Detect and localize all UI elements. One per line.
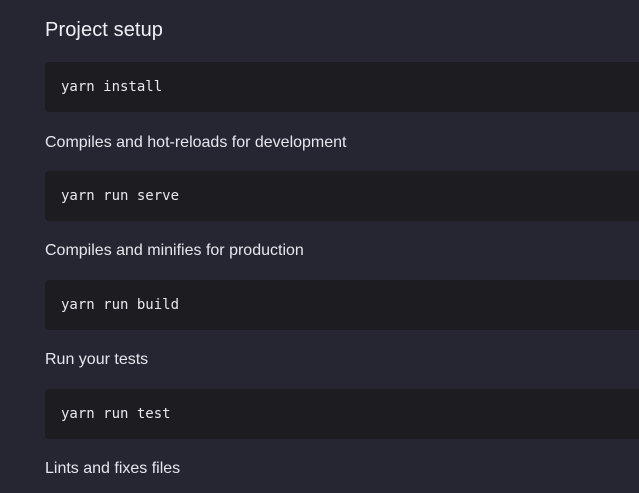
section-label-test: Run your tests xyxy=(45,351,149,368)
code-block-build[interactable]: yarn run build xyxy=(45,280,639,330)
install-command[interactable]: yarn install xyxy=(61,79,162,95)
test-command[interactable]: yarn run test xyxy=(61,406,171,422)
section-label-serve: Compiles and hot-reloads for development xyxy=(45,134,347,151)
serve-command[interactable]: yarn run serve xyxy=(61,188,179,204)
page-title: Project setup xyxy=(45,19,164,41)
section-label-lint: Lints and fixes files xyxy=(45,460,181,477)
readme-content: Project setup yarn install Compiles and … xyxy=(0,0,639,493)
build-command[interactable]: yarn run build xyxy=(61,297,179,313)
section-label-build: Compiles and minifies for production xyxy=(45,242,304,259)
code-block-test[interactable]: yarn run test xyxy=(45,389,639,439)
code-block-install[interactable]: yarn install xyxy=(45,62,639,112)
code-block-serve[interactable]: yarn run serve xyxy=(45,171,639,221)
